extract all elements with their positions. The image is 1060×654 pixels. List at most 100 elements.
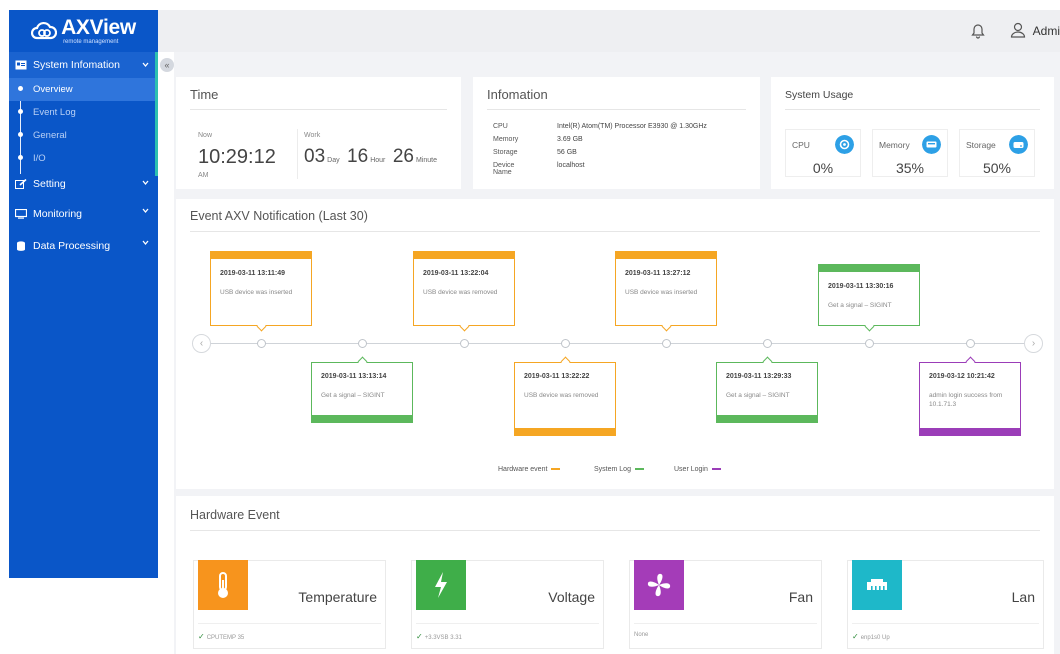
timeline-event-card[interactable]: 2019-03-11 13:29:33 Get a signal – SIGINT — [716, 356, 818, 423]
edit-icon — [15, 179, 27, 189]
hardware-name: Lan — [1011, 589, 1035, 605]
timeline-prev-button[interactable]: ‹ — [192, 334, 211, 353]
chevron-down-icon — [142, 208, 149, 214]
sidebar-item-general[interactable]: General — [9, 124, 158, 147]
sidebar-item-overview[interactable]: Overview — [9, 78, 158, 101]
memory-usage-tile: Memory 35% — [872, 129, 948, 177]
timeline-event-card[interactable]: 2019-03-11 13:30:16 Get a signal – SIGINT — [818, 264, 920, 332]
timeline-event-card[interactable]: 2019-03-11 13:27:12 USB device was insert… — [615, 251, 717, 332]
chevron-down-icon — [142, 240, 149, 246]
bullet-icon — [18, 109, 23, 114]
time-card: Time Now 10:29:12 AM Work 03 Day 16 Hour 2… — [176, 77, 461, 189]
sidebar-item-label: Event Log — [33, 107, 76, 118]
timeline-node[interactable] — [460, 339, 469, 348]
legend-swatch — [634, 468, 644, 471]
collapse-sidebar-button[interactable]: « — [160, 58, 174, 72]
time-divider — [297, 129, 298, 179]
user-icon[interactable] — [1010, 22, 1026, 38]
legend-label: User Login — [674, 466, 708, 473]
information-card: Infomation CPU Intel(R) Atom(TM) Processo… — [473, 77, 760, 189]
hardware-status-text: CPUTEMP 35 — [206, 635, 245, 641]
logo-title: AXView — [61, 16, 136, 39]
cloud-logo-icon — [31, 21, 58, 40]
top-bar: Admi — [158, 10, 1060, 52]
card-title: Hardware Event — [190, 508, 280, 522]
hardware-tile-temperature[interactable]: Temperature ✓ CPUTEMP 35 — [193, 560, 386, 649]
bullet-icon — [18, 132, 23, 137]
memory-icon — [922, 135, 941, 154]
memory-usage-label: Memory — [879, 140, 910, 150]
now-label: Now — [198, 132, 213, 139]
legend-label: Hardware event — [498, 466, 548, 473]
event-description: USB device was inserted — [625, 289, 698, 296]
legend-label: System Log — [594, 466, 631, 473]
event-type-bar — [514, 428, 616, 436]
timeline-node[interactable] — [966, 339, 975, 348]
hardware-tile-lan[interactable]: Lan ✓ enp1s0 Up — [847, 560, 1044, 649]
work-duration: 03 Day 16 Hour 26 Minute — [304, 146, 440, 168]
timeline-event-card[interactable]: 2019-03-11 13:22:22 USB device was remove… — [514, 356, 616, 436]
sidebar-group-system-information[interactable]: System Infomation — [9, 52, 158, 78]
timeline-event-card[interactable]: 2019-03-11 13:11:49 USB device was insert… — [210, 251, 312, 332]
info-value: 56 GB — [557, 149, 577, 156]
info-value: localhost — [557, 162, 585, 169]
timeline-node[interactable] — [358, 339, 367, 348]
sidebar-item-event-log[interactable]: Event Log — [9, 101, 158, 124]
event-description: admin login success from 10.1.71.3 — [929, 392, 1003, 408]
timeline-next-button[interactable]: › — [1024, 334, 1043, 353]
event-type-bar — [311, 415, 413, 423]
app-logo[interactable]: AXView remote management — [9, 10, 158, 52]
system-usage-card: System Usage CPU 0% Memory 35% Storage 5… — [771, 77, 1054, 189]
card-title: System Usage — [785, 89, 854, 101]
bolt-icon — [416, 560, 466, 610]
event-type-bar — [615, 251, 717, 259]
sidebar-group-setting[interactable]: Setting — [9, 170, 158, 198]
minute-unit: Minute — [415, 157, 437, 164]
hardware-status-text: +3.3VSB 3.31 — [424, 635, 462, 641]
info-key: Device Name — [493, 162, 515, 176]
hour-unit: Hour — [370, 157, 386, 164]
fan-icon — [634, 560, 684, 610]
event-description: USB device was inserted — [220, 289, 293, 296]
sidebar-group-monitoring[interactable]: Monitoring — [9, 198, 158, 230]
bullet-icon — [18, 155, 23, 160]
timeline-node[interactable] — [662, 339, 671, 348]
hardware-tile-voltage[interactable]: Voltage ✓ +3.3VSB 3.31 — [411, 560, 604, 649]
card-divider — [190, 109, 447, 110]
sidebar-item-io[interactable]: I/O — [9, 147, 158, 170]
event-time: 2019-03-11 13:22:04 — [423, 270, 489, 277]
id-card-icon — [15, 60, 27, 70]
user-menu[interactable]: Admi — [1033, 24, 1060, 38]
timeline-node[interactable] — [763, 339, 772, 348]
event-time: 2019-03-12 10:21:42 — [929, 373, 995, 380]
storage-usage-tile: Storage 50% — [959, 129, 1035, 177]
event-time: 2019-03-11 13:29:33 — [726, 373, 792, 380]
cpu-icon — [835, 135, 854, 154]
event-time: 2019-03-11 13:27:12 — [625, 270, 691, 277]
timeline-node[interactable] — [561, 339, 570, 348]
event-type-bar — [716, 415, 818, 423]
timeline-node[interactable] — [257, 339, 266, 348]
work-label: Work — [304, 132, 321, 139]
sidebar-group-data-processing[interactable]: Data Processing — [9, 230, 158, 262]
event-description: Get a signal – SIGINT — [828, 302, 892, 309]
sidebar: System Infomation Overview Event Log Gen… — [9, 52, 158, 578]
hardware-name: Voltage — [548, 589, 595, 605]
timeline-event-card[interactable]: 2019-03-12 10:21:42 admin login success f… — [919, 356, 1021, 436]
chevron-down-icon — [142, 180, 149, 186]
card-divider — [190, 231, 1040, 232]
bell-icon[interactable] — [970, 23, 986, 39]
timeline-node[interactable] — [865, 339, 874, 348]
event-description: USB device was removed — [524, 392, 599, 399]
memory-usage-value: 35% — [895, 160, 925, 176]
timeline-event-card[interactable]: 2019-03-11 13:22:04 USB device was remove… — [413, 251, 515, 332]
hardware-tile-fan[interactable]: Fan None — [629, 560, 822, 649]
work-days: 03 — [304, 146, 326, 167]
hardware-name: Temperature — [298, 589, 377, 605]
network-icon — [852, 560, 902, 610]
check-icon: ✓ — [416, 632, 423, 641]
timeline-event-card[interactable]: 2019-03-11 13:13:14 Get a signal – SIGINT — [311, 356, 413, 423]
event-description: USB device was removed — [423, 289, 498, 296]
event-time: 2019-03-11 13:13:14 — [321, 373, 387, 380]
legend-swatch — [551, 468, 561, 471]
